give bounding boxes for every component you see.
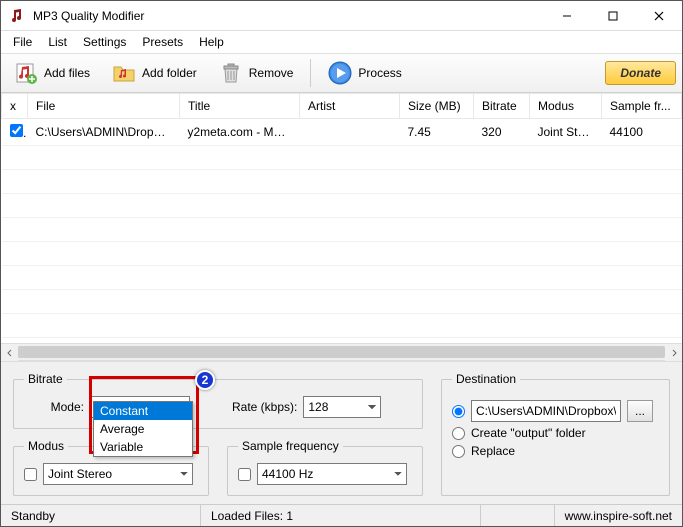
sample-select[interactable]: 44100 Hz — [257, 463, 407, 485]
process-icon — [328, 61, 352, 85]
col-bitrate[interactable]: Bitrate — [474, 94, 530, 119]
cell-title: y2meta.com - Maroo... — [180, 119, 300, 146]
dest-create-radio[interactable] — [452, 427, 465, 440]
process-label: Process — [358, 66, 401, 80]
close-button[interactable] — [636, 1, 682, 31]
cell-size: 7.45 — [400, 119, 474, 146]
col-modus[interactable]: Modus — [530, 94, 602, 119]
browse-button[interactable]: ... — [627, 400, 653, 422]
sample-fieldset: Sample frequency 44100 Hz — [227, 439, 423, 496]
sample-legend: Sample frequency — [238, 439, 343, 453]
mode-option-constant[interactable]: Constant — [94, 402, 192, 420]
table-row[interactable]: C:\Users\ADMIN\Dropbox... y2meta.com - M… — [2, 119, 682, 146]
cell-artist — [300, 119, 400, 146]
col-sample[interactable]: Sample fr... — [602, 94, 682, 119]
maximize-button[interactable] — [590, 1, 636, 31]
menu-settings[interactable]: Settings — [75, 33, 134, 51]
bottom-panel: Bitrate Mode: Constant Rate (kbps): 128 … — [1, 361, 682, 504]
status-standby: Standby — [1, 505, 201, 526]
file-table: x File Title Artist Size (MB) Bitrate Mo… — [1, 93, 682, 361]
add-folder-icon — [112, 61, 136, 85]
row-checkbox[interactable] — [10, 124, 23, 137]
col-size[interactable]: Size (MB) — [400, 94, 474, 119]
menu-file[interactable]: File — [5, 33, 40, 51]
add-files-icon — [14, 61, 38, 85]
modus-legend: Modus — [24, 439, 68, 453]
annotation-badge: 2 — [195, 370, 215, 390]
cell-modus: Joint Stereo — [530, 119, 602, 146]
donate-button[interactable]: Donate — [605, 61, 676, 85]
toolbar: Add files Add folder Remove Process Dona… — [1, 53, 682, 93]
menu-list[interactable]: List — [40, 33, 75, 51]
mode-dropdown-list[interactable]: Constant Average Variable — [93, 401, 193, 457]
mode-option-average[interactable]: Average — [94, 420, 192, 438]
add-files-button[interactable]: Add files — [7, 56, 97, 90]
status-loaded: Loaded Files: 1 — [201, 505, 481, 526]
sample-checkbox[interactable] — [238, 468, 251, 481]
col-file[interactable]: File — [28, 94, 180, 119]
add-folder-label: Add folder — [142, 66, 197, 80]
statusbar: Standby Loaded Files: 1 www.inspire-soft… — [1, 504, 682, 526]
dest-path-input[interactable] — [471, 400, 621, 422]
menu-help[interactable]: Help — [191, 33, 232, 51]
remove-icon — [219, 61, 243, 85]
process-button[interactable]: Process — [321, 56, 408, 90]
scroll-thumb[interactable] — [18, 346, 665, 358]
destination-legend: Destination — [452, 372, 520, 386]
col-artist[interactable]: Artist — [300, 94, 400, 119]
modus-checkbox[interactable] — [24, 468, 37, 481]
rate-select[interactable]: 128 — [303, 396, 381, 418]
dest-path-radio[interactable] — [452, 405, 465, 418]
menubar: File List Settings Presets Help — [1, 31, 682, 53]
cell-bitrate: 320 — [474, 119, 530, 146]
modus-select[interactable]: Joint Stereo — [43, 463, 193, 485]
bitrate-legend: Bitrate — [24, 372, 67, 386]
add-folder-button[interactable]: Add folder — [105, 56, 204, 90]
rate-label: Rate (kbps): — [232, 400, 297, 414]
horizontal-scrollbar[interactable] — [1, 343, 682, 360]
destination-fieldset: Destination ... Create "output" folder R… — [441, 372, 670, 496]
titlebar: MP3 Quality Modifier — [1, 1, 682, 31]
window-title: MP3 Quality Modifier — [33, 9, 544, 23]
dest-replace-label: Replace — [471, 444, 515, 458]
mode-label: Mode: — [24, 400, 84, 414]
col-title[interactable]: Title — [180, 94, 300, 119]
cell-sample: 44100 — [602, 119, 682, 146]
mode-option-variable[interactable]: Variable — [94, 438, 192, 456]
cell-file: C:\Users\ADMIN\Dropbox... — [28, 119, 180, 146]
status-url[interactable]: www.inspire-soft.net — [554, 505, 682, 526]
dest-replace-radio[interactable] — [452, 445, 465, 458]
scroll-left-arrow[interactable] — [1, 344, 18, 361]
remove-button[interactable]: Remove — [212, 56, 301, 90]
remove-label: Remove — [249, 66, 294, 80]
menu-presets[interactable]: Presets — [134, 33, 191, 51]
scroll-right-arrow[interactable] — [665, 344, 682, 361]
dest-create-label: Create "output" folder — [471, 426, 586, 440]
col-x[interactable]: x — [2, 94, 28, 119]
toolbar-separator — [310, 59, 311, 87]
add-files-label: Add files — [44, 66, 90, 80]
table-header-row: x File Title Artist Size (MB) Bitrate Mo… — [2, 94, 682, 119]
app-icon — [9, 8, 25, 24]
minimize-button[interactable] — [544, 1, 590, 31]
bitrate-fieldset: Bitrate Mode: Constant Rate (kbps): 128 — [13, 372, 423, 429]
